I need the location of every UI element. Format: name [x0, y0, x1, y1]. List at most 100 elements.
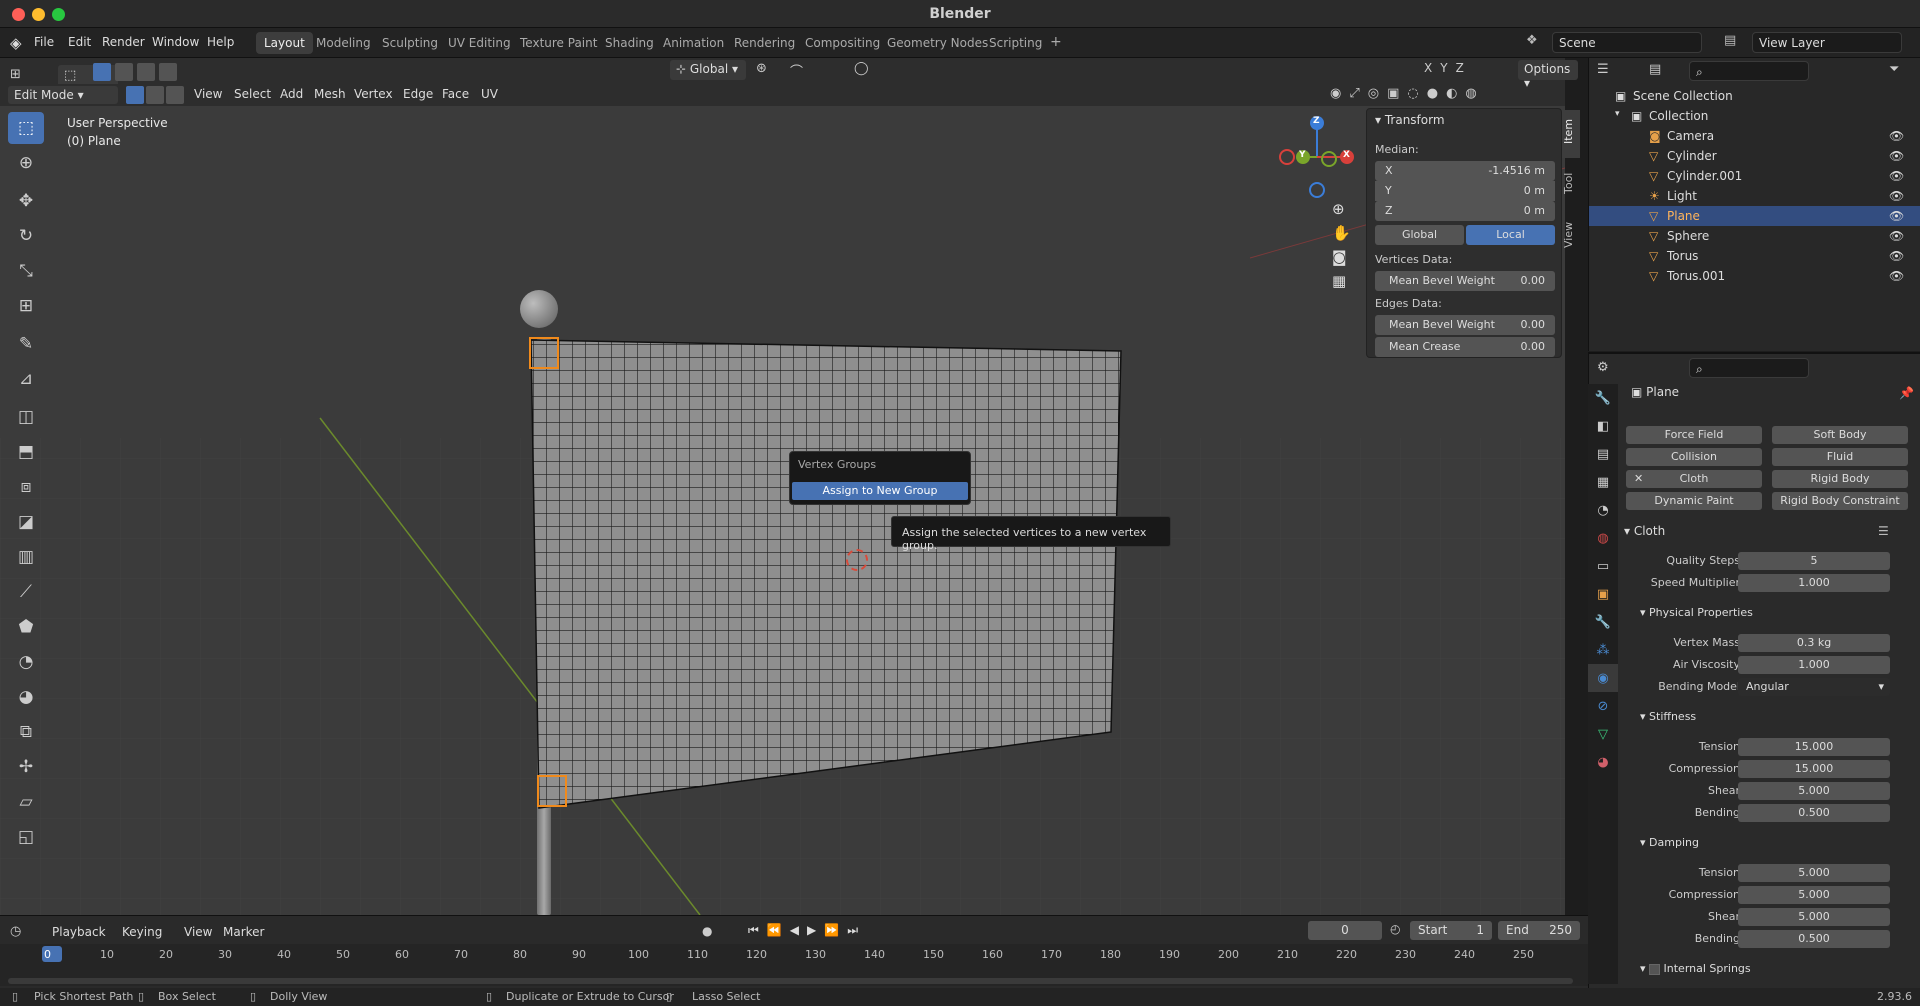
current-frame-field[interactable]: 0 [1308, 921, 1382, 940]
eye-icon[interactable]: 👁 [1889, 129, 1904, 143]
options-dropdown[interactable]: Options ▾ [1518, 60, 1578, 90]
damping-header[interactable]: ▾ Damping [1640, 836, 1699, 849]
edge-select-icon[interactable] [146, 86, 164, 104]
tab-uv-editing[interactable]: UV Editing [440, 32, 519, 54]
rigid-body-constraint-button[interactable]: Rigid Body Constraint [1772, 492, 1908, 510]
add-workspace-icon[interactable]: + [1050, 34, 1062, 50]
loop-cut-tool-icon[interactable]: ▥ [8, 541, 44, 573]
overlay-icon[interactable]: ◎ [1368, 86, 1379, 101]
object-tab-icon[interactable]: ▣ [1588, 580, 1618, 608]
next-keyframe-icon[interactable]: ⏩ [824, 923, 839, 938]
tab-rendering[interactable]: Rendering [726, 32, 803, 54]
select-extend-icon[interactable] [115, 63, 133, 81]
start-frame-field[interactable]: Start 1 [1410, 921, 1492, 940]
blender-logo-icon[interactable]: ◈ [10, 34, 22, 52]
constraints-tab-icon[interactable]: ⊘ [1588, 692, 1618, 720]
smooth-tool-icon[interactable]: ◕ [8, 681, 44, 713]
menu-view[interactable]: View [194, 87, 222, 101]
navigation-gizmo[interactable]: Z X Y [1275, 115, 1365, 205]
view-layer-icon[interactable]: ▤ [1724, 33, 1736, 48]
menu-keying[interactable]: Keying [122, 925, 162, 939]
knife-tool-icon[interactable]: ⟋ [8, 576, 44, 608]
mode-dropdown[interactable]: Edit Mode ▾ [8, 86, 118, 104]
bending-model-dropdown[interactable]: Angular ▾ [1738, 678, 1890, 696]
tab-animation[interactable]: Animation [655, 32, 732, 54]
internal-springs-checkbox[interactable] [1649, 963, 1661, 975]
rendered-shading-icon[interactable]: ◍ [1465, 86, 1476, 101]
modifier-tab-icon[interactable]: 🔧 [1588, 608, 1618, 636]
eye-icon[interactable]: 👁 [1889, 229, 1904, 243]
quality-steps-field[interactable]: 5 [1738, 552, 1890, 570]
menu-timeline-view[interactable]: View [184, 925, 212, 939]
scale-tool-icon[interactable]: ⤡ [8, 255, 44, 287]
pivot-icon[interactable]: ⊛ [756, 61, 767, 76]
jump-end-icon[interactable]: ⏭ [847, 923, 858, 938]
cloth-panel-header[interactable]: ▾ Cloth [1624, 524, 1665, 538]
shear-tool-icon[interactable]: ▱ [8, 786, 44, 818]
outliner-editor-icon[interactable]: ☰ [1597, 62, 1609, 77]
local-toggle[interactable]: Local [1466, 225, 1555, 245]
tab-modeling[interactable]: Modeling [308, 32, 379, 54]
orientation-dropdown[interactable]: ⊹ Global ▾ [670, 60, 746, 80]
edge-bevel-weight-field[interactable]: Mean Bevel Weight 0.00 [1375, 315, 1555, 335]
cloth-button[interactable]: ✕ Cloth [1626, 470, 1762, 488]
menu-select[interactable]: Select [234, 87, 271, 101]
face-select-icon[interactable] [166, 86, 184, 104]
tab-view[interactable]: View [1562, 214, 1580, 262]
output-tab-icon[interactable]: ▤ [1588, 440, 1618, 468]
collision-button[interactable]: Collision [1626, 448, 1762, 466]
select-new-icon[interactable] [93, 63, 111, 81]
material-tab-icon[interactable]: ◕ [1588, 748, 1618, 776]
menu-vertex[interactable]: Vertex [354, 87, 393, 101]
menu-file[interactable]: File [34, 35, 54, 49]
tab-scripting[interactable]: Scripting [981, 32, 1050, 54]
axis-y-toggle[interactable]: Y [1440, 61, 1447, 75]
stiffness-compression-field[interactable]: 15.000 [1738, 760, 1890, 778]
force-field-button[interactable]: Force Field [1626, 426, 1762, 444]
menu-uv[interactable]: UV [481, 87, 498, 101]
rip-region-tool-icon[interactable]: ◱ [8, 821, 44, 853]
menu-edge[interactable]: Edge [403, 87, 433, 101]
eye-icon[interactable]: 👁 [1889, 209, 1904, 223]
xray-icon[interactable]: ▣ [1387, 86, 1399, 101]
measure-tool-icon[interactable]: ⊿ [8, 363, 44, 395]
vertex-select-icon[interactable] [126, 86, 144, 104]
tab-layout[interactable]: Layout [256, 32, 313, 54]
menu-marker[interactable]: Marker [223, 925, 264, 939]
menu-window[interactable]: Window [152, 35, 199, 49]
expand-icon[interactable]: ▾ [1615, 109, 1620, 119]
gizmo-toggle-icon[interactable]: ⤢ [1349, 86, 1359, 101]
tab-tool[interactable]: Tool [1562, 162, 1580, 210]
damping-shear-field[interactable]: 5.000 [1738, 908, 1890, 926]
stiffness-header[interactable]: ▾ Stiffness [1640, 710, 1696, 723]
physical-properties-header[interactable]: ▾ Physical Properties [1640, 606, 1753, 619]
proportional-edit-icon[interactable]: ◯ [854, 61, 869, 76]
tab-compositing[interactable]: Compositing [797, 32, 888, 54]
zoom-icon[interactable]: ⊕ [1332, 200, 1351, 218]
air-viscosity-field[interactable]: 1.000 [1738, 656, 1890, 674]
outliner-item-camera[interactable]: ◙ Camera 👁 [1589, 126, 1920, 146]
render-tab-icon[interactable]: ◧ [1588, 412, 1618, 440]
outliner-collection[interactable]: ▾ ▣ Collection [1589, 106, 1920, 126]
data-tab-icon[interactable]: ▽ [1588, 720, 1618, 748]
eye-icon[interactable]: 👁 [1889, 149, 1904, 163]
properties-editor-icon[interactable]: ⚙ [1597, 360, 1609, 375]
median-z-field[interactable]: Z 0 m [1375, 201, 1555, 221]
tab-geometry-nodes[interactable]: Geometry Nodes [879, 32, 996, 54]
annotate-tool-icon[interactable]: ✎ [8, 328, 44, 360]
outliner-item-torus[interactable]: ▽ Torus 👁 [1589, 246, 1920, 266]
mean-crease-field[interactable]: Mean Crease 0.00 [1375, 337, 1555, 357]
outliner-search-input[interactable]: ⌕ [1689, 61, 1809, 81]
rotate-tool-icon[interactable]: ↻ [8, 220, 44, 252]
spin-tool-icon[interactable]: ◔ [8, 646, 44, 678]
speed-multiplier-field[interactable]: 1.000 [1738, 574, 1890, 592]
outliner-item-torus-001[interactable]: ▽ Torus.001 👁 [1589, 266, 1920, 286]
record-icon[interactable]: ● [702, 924, 712, 938]
timeline-scrollbar[interactable] [8, 978, 1573, 984]
fluid-button[interactable]: Fluid [1772, 448, 1908, 466]
solid-shading-icon[interactable]: ● [1427, 86, 1438, 101]
world-tab-icon[interactable]: ◍ [1588, 524, 1618, 552]
properties-search-input[interactable]: ⌕ [1689, 358, 1809, 378]
physics-tab-icon[interactable]: ◉ [1588, 664, 1618, 692]
menu-add[interactable]: Add [280, 87, 303, 101]
